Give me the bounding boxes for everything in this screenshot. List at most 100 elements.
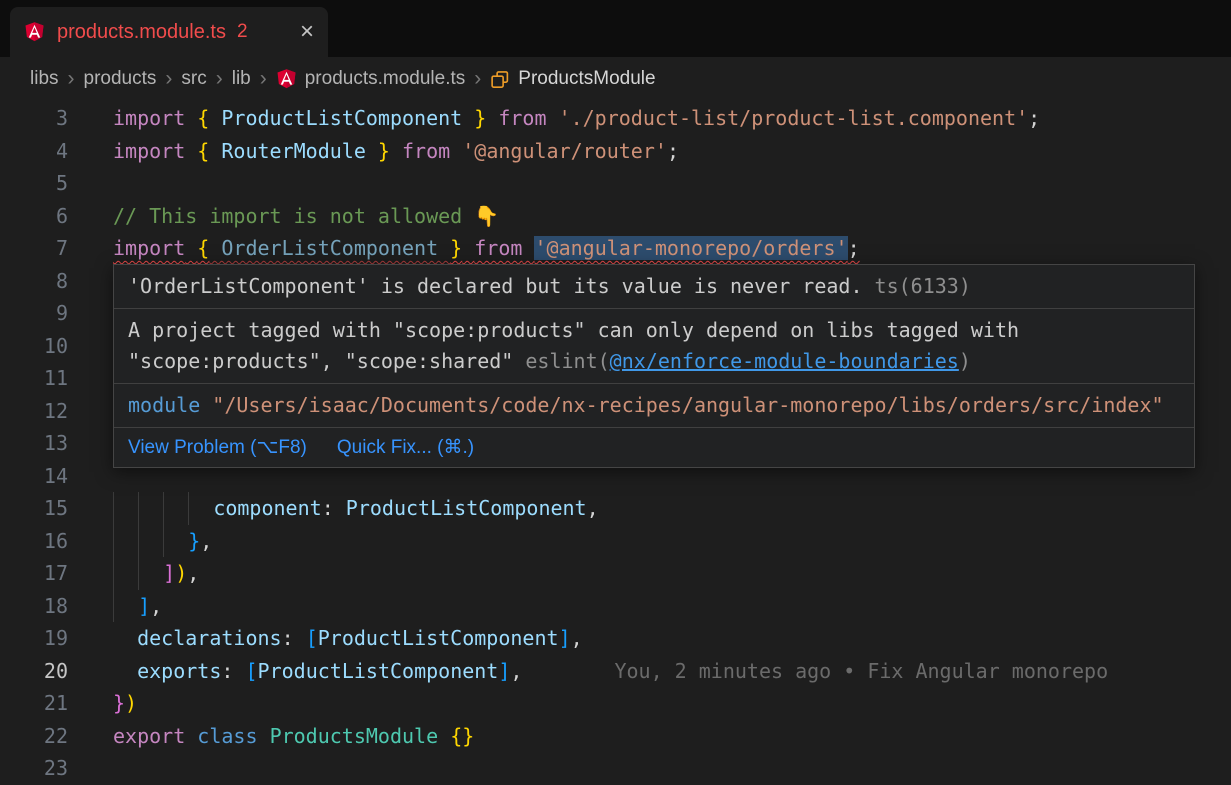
line-number[interactable]: 6: [0, 200, 68, 233]
breadcrumb-item-productsmodule[interactable]: ProductsModule: [490, 68, 655, 90]
code-line-3[interactable]: 3import { ProductListComponent } from '.…: [0, 102, 1231, 135]
code-token: ): [175, 561, 187, 585]
line-number[interactable]: 18: [0, 590, 68, 623]
editor-tab-products-module[interactable]: products.module.ts 2 ×: [10, 7, 328, 57]
code-token: '@angular-monorepo/orders': [534, 236, 847, 260]
line-number[interactable]: 20: [0, 655, 68, 688]
breadcrumb-item-libs[interactable]: libs: [30, 68, 59, 90]
line-number[interactable]: 15: [0, 492, 68, 525]
line-number[interactable]: 3: [0, 102, 68, 135]
line-number[interactable]: 22: [0, 720, 68, 753]
hover-section: A project tagged with "scope:products" c…: [114, 308, 1194, 383]
breadcrumb-separator-icon: ›: [474, 67, 481, 91]
line-number[interactable]: 8: [0, 265, 68, 298]
code-token: RouterModule: [209, 139, 378, 163]
code-token: }: [474, 106, 486, 130]
hover-text: eslint(: [525, 349, 609, 373]
code-token: ,: [200, 529, 212, 553]
code-token: [: [306, 626, 318, 650]
code-line-17[interactable]: 17]),: [0, 557, 1231, 590]
nx-rule-link[interactable]: @nx/enforce-module-boundaries: [610, 349, 959, 373]
code-token: [185, 106, 197, 130]
line-number[interactable]: 19: [0, 622, 68, 655]
line-number[interactable]: 5: [0, 167, 68, 200]
line-number[interactable]: 21: [0, 687, 68, 720]
code-line-22[interactable]: 22export class ProductsModule {}: [0, 720, 1231, 753]
breadcrumb-label: libs: [30, 68, 59, 90]
code-token: ]: [559, 626, 571, 650]
code-line-4[interactable]: 4import { RouterModule } from '@angular/…: [0, 135, 1231, 168]
line-number[interactable]: 7: [0, 232, 68, 265]
code-token: ,: [150, 594, 162, 618]
git-blame-annotation: You, 2 minutes ago • Fix Angular monorep…: [614, 659, 1108, 683]
line-number[interactable]: 13: [0, 427, 68, 460]
indent-guide: [113, 492, 138, 525]
code-token: [438, 724, 450, 748]
breadcrumb-item-src[interactable]: src: [181, 68, 206, 90]
code-token: import: [113, 106, 185, 130]
view-problem-action[interactable]: View Problem (⌥F8): [128, 436, 307, 459]
code-token: declarations: [137, 626, 282, 650]
code-token: [486, 106, 498, 130]
breadcrumb-label: products: [84, 68, 157, 90]
hover-text: ts(6133): [875, 274, 971, 298]
code-token: }: [450, 236, 462, 260]
line-number[interactable]: 4: [0, 135, 68, 168]
code-token: ProductListComponent: [209, 106, 474, 130]
code-token: {}: [450, 724, 474, 748]
code-line-5[interactable]: 5: [0, 167, 1231, 200]
breadcrumb: libs›products›src›lib› products.module.t…: [0, 57, 1231, 100]
close-icon[interactable]: ×: [300, 20, 314, 44]
code-token: [185, 139, 197, 163]
code-line-15[interactable]: 15component: ProductListComponent,: [0, 492, 1231, 525]
line-number[interactable]: 11: [0, 362, 68, 395]
code-token: }: [113, 691, 125, 715]
code-token: from: [474, 236, 522, 260]
code-token: ): [125, 691, 137, 715]
breadcrumb-separator-icon: ›: [260, 67, 267, 91]
breadcrumb-separator-icon: ›: [68, 67, 75, 91]
indent-guide: [188, 492, 213, 525]
line-number[interactable]: 17: [0, 557, 68, 590]
tab-title: products.module.ts: [57, 21, 226, 44]
code-line-18[interactable]: 18],: [0, 590, 1231, 623]
code-token: exports: [137, 659, 221, 683]
code-token: export: [113, 724, 185, 748]
line-number[interactable]: 16: [0, 525, 68, 558]
code-line-7[interactable]: 7import { OrderListComponent } from '@an…: [0, 232, 1231, 265]
code-token: class: [197, 724, 257, 748]
line-number[interactable]: 12: [0, 395, 68, 428]
code-token: :: [221, 659, 245, 683]
hover-text: "/Users/isaac/Documents/code/nx-recipes/…: [212, 393, 1163, 417]
line-number[interactable]: 10: [0, 330, 68, 363]
code-token: ;: [1028, 106, 1040, 130]
code-line-19[interactable]: 19 declarations: [ProductListComponent],: [0, 622, 1231, 655]
line-number[interactable]: 9: [0, 297, 68, 330]
hover-text: ): [959, 349, 971, 373]
code-token: ;: [667, 139, 679, 163]
error-hover-tooltip: 'OrderListComponent' is declared but its…: [113, 264, 1195, 468]
angular-icon: [24, 21, 47, 44]
code-token: ProductListComponent: [258, 659, 499, 683]
code-line-21[interactable]: 21}): [0, 687, 1231, 720]
quick-fix-action[interactable]: Quick Fix... (⌘.): [337, 436, 474, 459]
code-token: // This import is not allowed: [113, 204, 474, 228]
hover-text: module: [128, 393, 200, 417]
code-line-20[interactable]: 20 exports: [ProductListComponent],You, …: [0, 655, 1231, 688]
breadcrumb-label: products.module.ts: [305, 68, 466, 90]
breadcrumb-item-products-module-ts[interactable]: products.module.ts: [276, 68, 466, 90]
breadcrumb-item-products[interactable]: products: [84, 68, 157, 90]
code-token: ,: [510, 659, 522, 683]
code-line-6[interactable]: 6// This import is not allowed 👇: [0, 200, 1231, 233]
class-icon: [490, 69, 510, 89]
breadcrumb-label: ProductsModule: [518, 68, 655, 90]
line-number[interactable]: 14: [0, 460, 68, 493]
indent-guide: [163, 492, 188, 525]
code-line-16[interactable]: 16},: [0, 525, 1231, 558]
breadcrumb-item-lib[interactable]: lib: [232, 68, 251, 90]
code-token: ,: [587, 496, 599, 520]
indent-guide: [113, 590, 138, 623]
code-token: :: [282, 626, 306, 650]
code-token: [185, 236, 197, 260]
code-token: './product-list/product-list.component': [559, 106, 1029, 130]
